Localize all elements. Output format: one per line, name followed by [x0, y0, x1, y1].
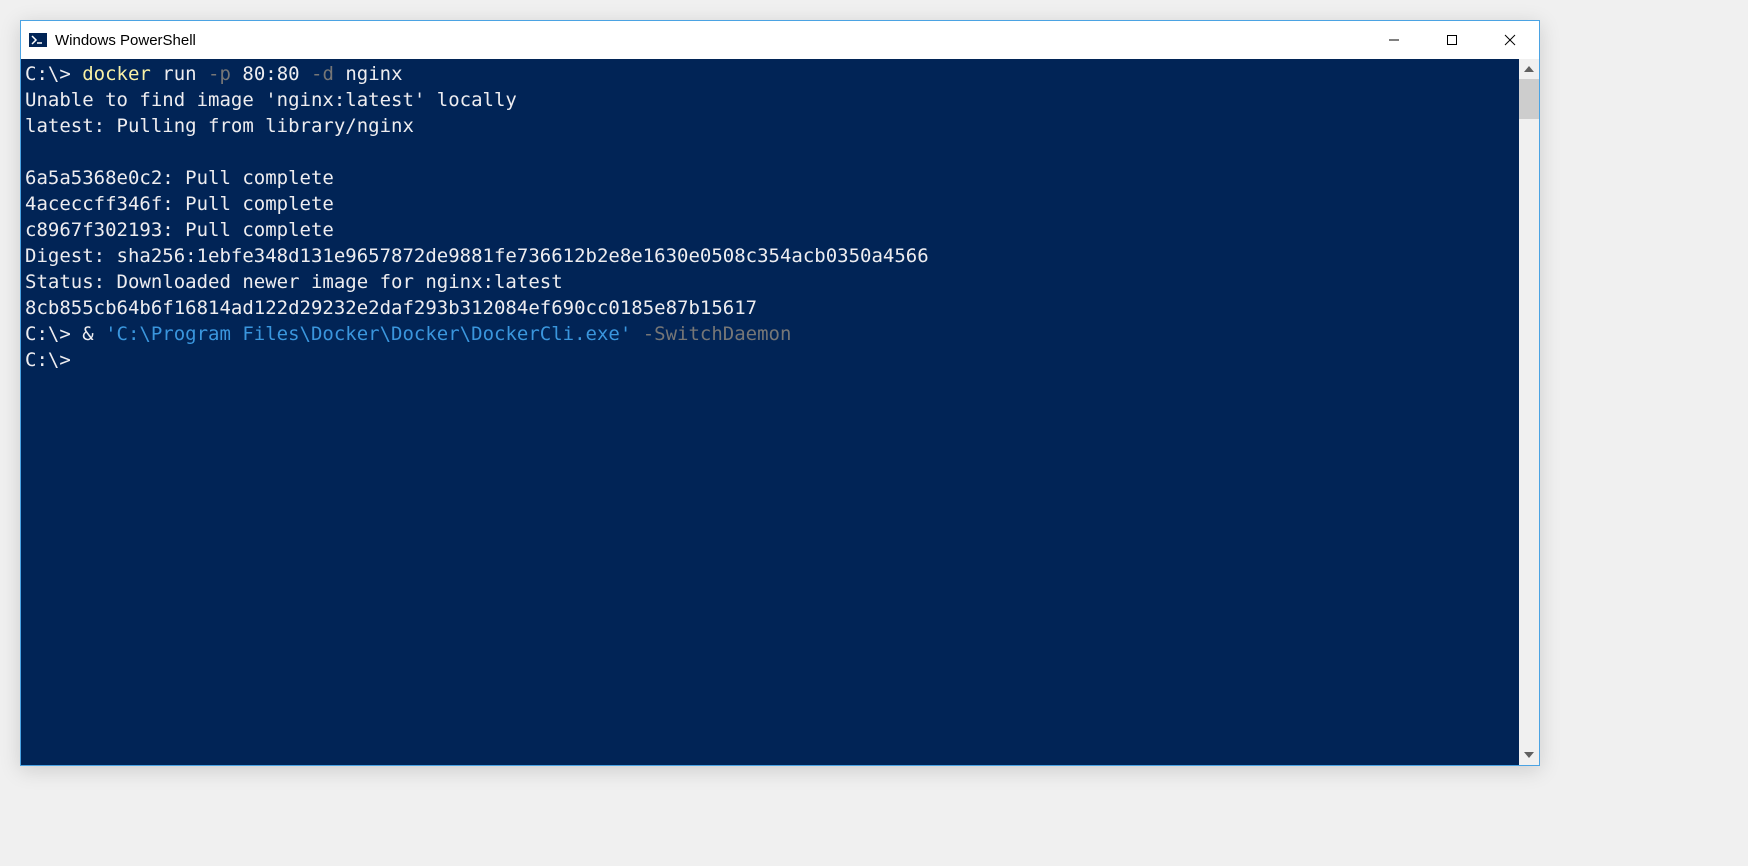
- terminal-line: C:\> & 'C:\Program Files\Docker\Docker\D…: [25, 321, 1519, 347]
- terminal-segment: Status: Downloaded newer image for nginx…: [25, 271, 563, 293]
- terminal-segment: run: [162, 63, 208, 85]
- terminal-segment: C:\>: [25, 349, 71, 371]
- minimize-button[interactable]: [1365, 21, 1423, 59]
- terminal-segment: 'C:\Program Files\Docker\Docker\DockerCl…: [105, 323, 631, 345]
- terminal-segment: 6a5a5368e0c2: Pull complete: [25, 167, 334, 189]
- terminal-line: Status: Downloaded newer image for nginx…: [25, 269, 1519, 295]
- terminal-line: [25, 139, 1519, 165]
- terminal-segment: docker: [82, 63, 162, 85]
- powershell-window: Windows PowerShell C:\> docker run -p 80…: [20, 20, 1540, 766]
- window-controls: [1365, 21, 1539, 59]
- terminal-segment: C:\>: [25, 63, 82, 85]
- scroll-up-arrow[interactable]: [1519, 59, 1539, 79]
- terminal-segment: latest: Pulling from library/nginx: [25, 115, 414, 137]
- powershell-icon: [29, 31, 47, 49]
- terminal-segment: Unable to find image 'nginx:latest' loca…: [25, 89, 517, 111]
- terminal-segment: -SwitchDaemon: [631, 323, 791, 345]
- terminal-segment: 80:80: [242, 63, 311, 85]
- terminal-line: Digest: sha256:1ebfe348d131e9657872de988…: [25, 243, 1519, 269]
- terminal-segment: 4aceccff346f: Pull complete: [25, 193, 334, 215]
- terminal[interactable]: C:\> docker run -p 80:80 -d nginxUnable …: [21, 59, 1519, 765]
- terminal-line: C:\> docker run -p 80:80 -d nginx: [25, 61, 1519, 87]
- terminal-segment: -d: [311, 63, 345, 85]
- terminal-line: 4aceccff346f: Pull complete: [25, 191, 1519, 217]
- terminal-segment: -p: [208, 63, 242, 85]
- terminal-segment: C:\> &: [25, 323, 105, 345]
- maximize-button[interactable]: [1423, 21, 1481, 59]
- scroll-thumb[interactable]: [1519, 79, 1539, 119]
- scroll-track[interactable]: [1519, 79, 1539, 745]
- terminal-line: latest: Pulling from library/nginx: [25, 113, 1519, 139]
- terminal-line: Unable to find image 'nginx:latest' loca…: [25, 87, 1519, 113]
- terminal-line: 8cb855cb64b6f16814ad122d29232e2daf293b31…: [25, 295, 1519, 321]
- terminal-segment: 8cb855cb64b6f16814ad122d29232e2daf293b31…: [25, 297, 757, 319]
- terminal-line: c8967f302193: Pull complete: [25, 217, 1519, 243]
- titlebar[interactable]: Windows PowerShell: [21, 21, 1539, 59]
- terminal-segment: nginx: [345, 63, 402, 85]
- scrollbar[interactable]: [1519, 59, 1539, 765]
- terminal-line: C:\>: [25, 347, 1519, 373]
- terminal-line: 6a5a5368e0c2: Pull complete: [25, 165, 1519, 191]
- terminal-container: C:\> docker run -p 80:80 -d nginxUnable …: [21, 59, 1539, 765]
- scroll-down-arrow[interactable]: [1519, 745, 1539, 765]
- terminal-segment: c8967f302193: Pull complete: [25, 219, 334, 241]
- close-button[interactable]: [1481, 21, 1539, 59]
- terminal-segment: Digest: sha256:1ebfe348d131e9657872de988…: [25, 245, 929, 267]
- window-title: Windows PowerShell: [55, 32, 1365, 49]
